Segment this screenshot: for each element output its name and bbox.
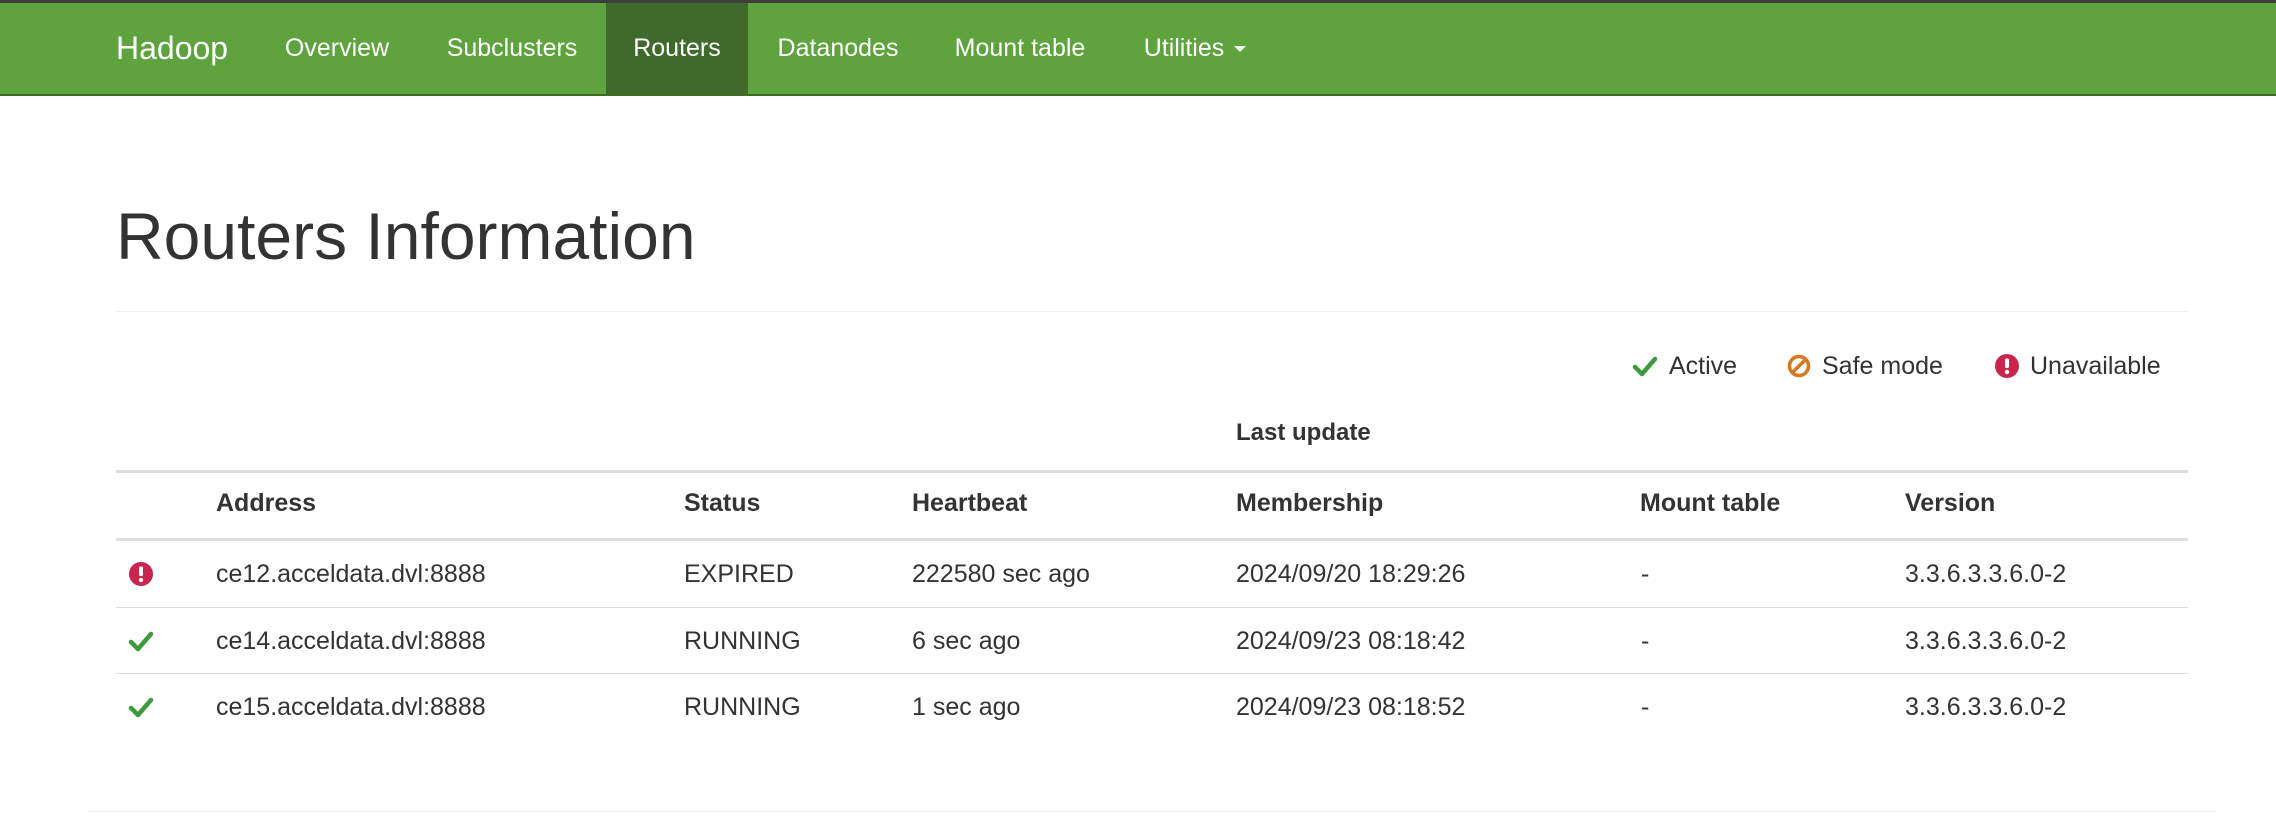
check-icon — [128, 697, 154, 718]
caret-down-icon — [1234, 46, 1247, 53]
nav-utilities-dropdown[interactable]: Utilities — [1130, 3, 1260, 94]
cell-membership: 2024/09/23 08:18:52 — [1236, 693, 1466, 721]
column-header-mount-table[interactable]: Mount table — [1640, 489, 1780, 518]
cell-heartbeat: 222580 sec ago — [912, 560, 1090, 588]
nav-overview[interactable]: Overview — [272, 3, 402, 94]
cell-mount-table: - — [1641, 693, 1650, 721]
title-divider — [116, 311, 2188, 312]
table-row: ce15.acceldata.dvl:8888 RUNNING 1 sec ag… — [116, 674, 2188, 740]
cell-membership: 2024/09/20 18:29:26 — [1236, 560, 1466, 588]
cell-address: ce15.acceldata.dvl:8888 — [216, 693, 486, 721]
nav-utilities-label: Utilities — [1143, 34, 1225, 62]
legend-safe-mode-label: Safe mode — [1822, 352, 1943, 380]
footer-divider — [88, 811, 2216, 812]
cell-heartbeat: 6 sec ago — [912, 627, 1021, 655]
legend-active: Active — [1632, 350, 1752, 382]
legend-unavailable-label: Unavailable — [2030, 352, 2161, 380]
table-row: ce14.acceldata.dvl:8888 RUNNING 6 sec ag… — [116, 608, 2188, 674]
nav-subclusters[interactable]: Subclusters — [426, 3, 598, 94]
cell-version: 3.3.6.3.3.6.0-2 — [1905, 560, 2067, 588]
table-row: ce12.acceldata.dvl:8888 EXPIRED 222580 s… — [116, 541, 2188, 607]
cell-status: RUNNING — [684, 627, 801, 655]
exclamation-circle-icon — [1995, 354, 2019, 378]
cell-membership: 2024/09/23 08:18:42 — [1236, 627, 1466, 655]
cell-address: ce14.acceldata.dvl:8888 — [216, 627, 486, 655]
column-header-version[interactable]: Version — [1905, 489, 1995, 518]
legend-safe-mode: Safe mode — [1786, 350, 1956, 382]
column-header-address[interactable]: Address — [216, 489, 316, 518]
last-update-group-header: Last update — [1236, 419, 1371, 446]
cell-status: RUNNING — [684, 693, 801, 721]
ban-icon — [1787, 354, 1811, 378]
column-header-heartbeat[interactable]: Heartbeat — [912, 489, 1027, 518]
column-header-membership[interactable]: Membership — [1236, 489, 1383, 518]
cell-mount-table: - — [1641, 560, 1650, 588]
nav-routers[interactable]: Routers — [606, 3, 748, 94]
top-navbar: Hadoop Overview Subclusters Routers Data… — [0, 0, 2276, 96]
check-icon — [1632, 356, 1658, 377]
cell-status: EXPIRED — [684, 560, 794, 588]
cell-version: 3.3.6.3.3.6.0-2 — [1905, 693, 2067, 721]
cell-address: ce12.acceldata.dvl:8888 — [216, 560, 486, 588]
cell-mount-table: - — [1641, 627, 1650, 655]
page-title: Routers Information — [116, 199, 696, 273]
check-icon — [128, 631, 154, 652]
legend-active-label: Active — [1669, 352, 1738, 380]
cell-version: 3.3.6.3.3.6.0-2 — [1905, 627, 2067, 655]
column-header-status[interactable]: Status — [684, 489, 760, 518]
exclamation-circle-icon — [129, 562, 153, 586]
brand-logo[interactable]: Hadoop — [116, 3, 228, 94]
cell-heartbeat: 1 sec ago — [912, 693, 1021, 721]
table-head-top-border — [116, 470, 2188, 473]
nav-datanodes[interactable]: Datanodes — [766, 3, 910, 94]
nav-mount-table[interactable]: Mount table — [940, 3, 1100, 94]
legend-unavailable: Unavailable — [1994, 350, 2174, 382]
